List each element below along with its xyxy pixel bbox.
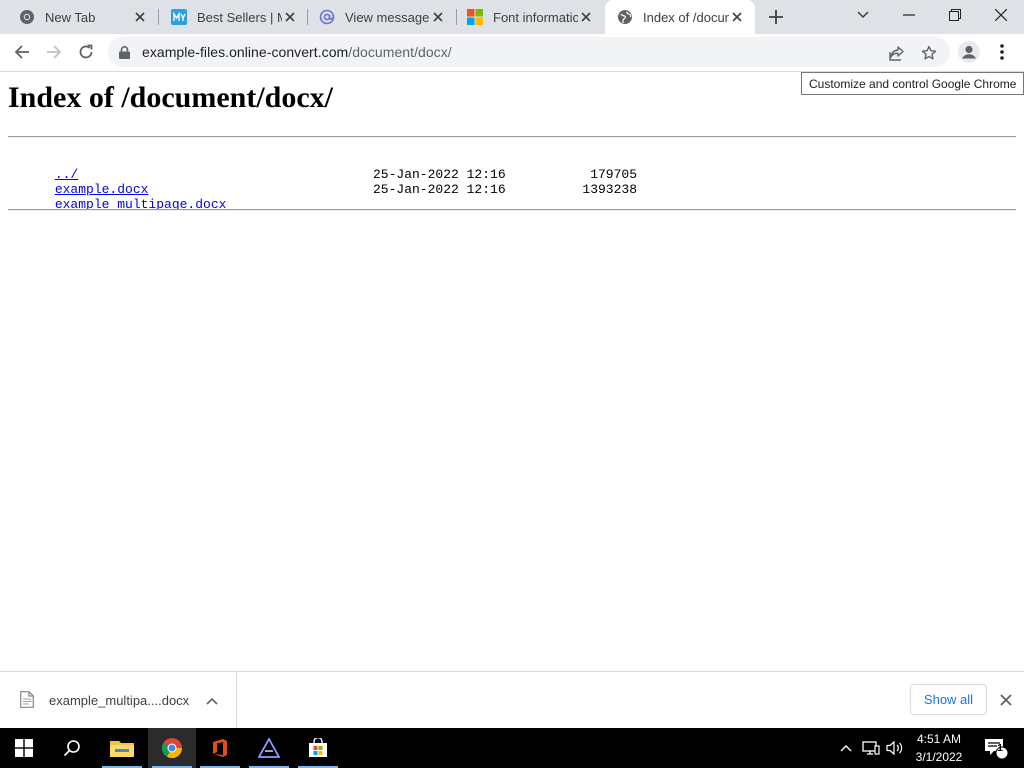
tab-title: View message -	[345, 9, 430, 25]
close-tab-icon[interactable]	[132, 9, 148, 25]
arrow-left-icon	[14, 45, 29, 59]
start-button[interactable]	[0, 728, 48, 768]
close-tab-icon[interactable]	[430, 9, 446, 25]
store-bag-icon	[309, 738, 327, 757]
store-button[interactable]	[294, 728, 342, 768]
file-date: 25-Jan-2022 12:16	[373, 167, 506, 182]
clock-time: 4:51 AM	[916, 732, 962, 746]
browser-toolbar: example-files.online-convert.com/documen…	[0, 34, 1024, 72]
plus-icon	[769, 10, 783, 24]
minimize-icon	[903, 14, 915, 16]
address-bar[interactable]: example-files.online-convert.com/documen…	[108, 37, 950, 67]
show-hidden-icons-button[interactable]	[836, 728, 856, 768]
profile-avatar-icon[interactable]	[958, 41, 980, 63]
tab-font-information[interactable]: Font informatio	[448, 0, 604, 34]
tab-title: New Tab	[45, 9, 96, 25]
app-a-button[interactable]	[245, 728, 293, 768]
kebab-menu-icon	[1000, 44, 1004, 60]
chevron-down-icon	[857, 11, 869, 19]
action-center-button[interactable]: 1	[978, 728, 1014, 768]
file-explorer-button[interactable]	[98, 728, 146, 768]
bookmark-star-icon[interactable]	[920, 44, 938, 62]
list-item: example.docx 25-Jan-2022 12:16 179705	[8, 167, 637, 197]
tab-strip: New Tab Best Sellers | My View message -…	[0, 0, 1024, 34]
restore-button[interactable]	[932, 0, 978, 30]
triangle-a-icon	[258, 738, 280, 758]
reload-icon	[79, 44, 93, 59]
volume-button[interactable]	[884, 728, 906, 768]
notification-count: 1	[997, 743, 1003, 754]
close-icon	[995, 9, 1007, 21]
search-button[interactable]	[48, 728, 96, 768]
forward-button[interactable]	[40, 38, 68, 66]
new-tab-button[interactable]	[766, 7, 786, 27]
taskbar-clock[interactable]: 4:51 AM 3/1/2022	[908, 730, 970, 766]
network-icon	[862, 741, 880, 755]
chrome-icon	[20, 10, 34, 24]
file-size: 1393238	[582, 182, 637, 197]
windows-logo-icon	[15, 739, 33, 757]
chevron-up-icon	[840, 745, 852, 752]
reload-button[interactable]	[72, 38, 100, 66]
top-divider	[8, 136, 1016, 138]
restore-icon	[949, 9, 961, 21]
network-button[interactable]	[860, 728, 882, 768]
back-button[interactable]	[8, 38, 36, 66]
tab-title: Best Sellers | My	[197, 9, 282, 25]
search-icon	[63, 740, 80, 757]
office-icon	[213, 739, 227, 757]
address-url: example-files.online-convert.com/documen…	[142, 44, 452, 60]
globe-icon	[618, 10, 632, 24]
bottom-divider	[8, 209, 1016, 211]
tab-new-tab[interactable]: New Tab	[0, 0, 158, 34]
speaker-icon	[886, 740, 903, 756]
page-title: Index of /document/docx/	[8, 81, 334, 114]
close-shelf-icon[interactable]	[998, 692, 1014, 708]
close-tab-icon[interactable]	[729, 9, 745, 25]
office-button[interactable]	[196, 728, 244, 768]
windows-taskbar: 4:51 AM 3/1/2022 1	[0, 728, 1024, 768]
close-tab-icon[interactable]	[282, 9, 298, 25]
folder-icon	[110, 741, 134, 757]
document-file-icon	[20, 691, 34, 708]
list-item: example_multipage.docx 25-Jan-2022 12:16…	[8, 182, 637, 212]
tab-title: Font informatio	[493, 9, 578, 25]
share-icon[interactable]	[888, 44, 906, 62]
chevron-up-icon[interactable]	[205, 694, 219, 708]
tab-title: Index of /docum	[643, 9, 729, 25]
address-host: example-files.online-convert.com	[142, 44, 349, 60]
menu-tooltip: Customize and control Google Chrome	[801, 72, 1024, 95]
tab-search-button[interactable]	[840, 0, 886, 30]
chrome-taskbar-button[interactable]	[148, 728, 196, 768]
browser-menu-button[interactable]	[991, 39, 1013, 65]
tab-index-of-document[interactable]: Index of /docum	[605, 0, 755, 34]
file-listing: ../ example.docx 25-Jan-2022 12:16 17970…	[8, 152, 637, 212]
address-path: /document/docx/	[348, 44, 452, 60]
clock-date: 3/1/2022	[915, 750, 963, 764]
my-app-icon	[171, 9, 187, 25]
download-item[interactable]: example_multipa....docx	[0, 672, 237, 729]
show-all-downloads-button[interactable]: Show all	[910, 684, 987, 715]
lock-icon[interactable]	[119, 45, 131, 59]
list-item: ../	[8, 152, 226, 182]
arrow-right-icon	[47, 45, 62, 59]
chrome-icon	[161, 738, 183, 759]
minimize-button[interactable]	[886, 0, 932, 30]
tab-view-message[interactable]: View message -	[300, 0, 456, 34]
download-shelf: example_multipa....docx Show all	[0, 671, 1024, 729]
download-file-name: example_multipa....docx	[49, 693, 190, 708]
file-size: 179705	[590, 167, 637, 182]
close-window-button[interactable]	[978, 0, 1024, 30]
at-sign-icon	[319, 9, 335, 25]
microsoft-icon	[467, 9, 483, 25]
tab-best-sellers[interactable]: Best Sellers | My	[152, 0, 308, 34]
file-date: 25-Jan-2022 12:16	[373, 182, 506, 197]
close-tab-icon[interactable]	[578, 9, 594, 25]
